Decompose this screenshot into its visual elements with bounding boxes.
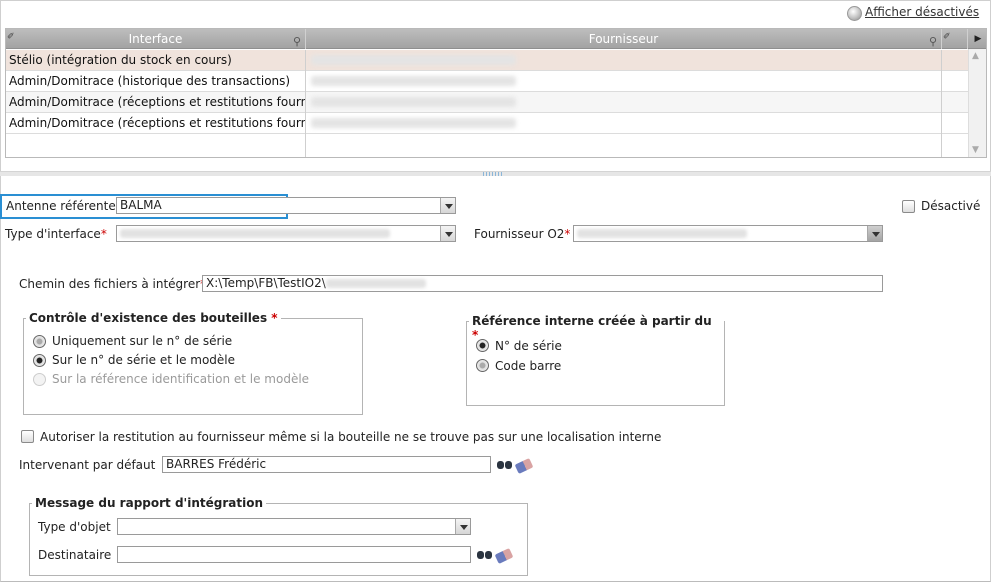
chevron-down-icon[interactable] — [440, 226, 455, 241]
intervenant-value: BARRES Frédéric — [166, 457, 267, 471]
radio-reference-codebarre[interactable] — [476, 359, 489, 372]
radio-controle-serie-modele[interactable] — [33, 354, 46, 367]
binoculars-icon[interactable] — [497, 458, 513, 470]
redacted-text — [311, 97, 516, 107]
chevron-down-icon[interactable] — [455, 519, 470, 534]
binoculars-icon[interactable] — [477, 548, 493, 560]
table-cell — [306, 134, 942, 157]
column-header-fournisseur[interactable]: Fournisseur ⚲ — [306, 29, 942, 49]
splitter-grip[interactable] — [483, 172, 503, 176]
radio-label: Sur le n° de série et le modèle — [52, 353, 236, 367]
column-header-label: Fournisseur — [588, 32, 659, 46]
chevron-down-icon[interactable] — [867, 226, 882, 241]
radio-reference-serie[interactable] — [476, 339, 489, 352]
radio-label: N° de série — [495, 339, 562, 353]
scroll-right-icon[interactable]: ▶ — [968, 29, 986, 49]
table-cell — [6, 134, 306, 157]
scroll-up-icon[interactable]: ▲ — [972, 51, 979, 61]
radio-controle-reference[interactable] — [33, 373, 46, 386]
reference-legend: Référence interne créée à partir du * — [469, 314, 724, 342]
controle-legend: Contrôle d'existence des bouteilles * — [26, 311, 281, 325]
destinataire-label: Destinataire — [38, 548, 112, 562]
vertical-scrollbar[interactable]: ▲ ▼ — [968, 49, 986, 157]
pin-icon: ✐ — [943, 32, 951, 42]
redacted-text — [120, 229, 390, 238]
antenne-label: Antenne référente — [6, 199, 116, 213]
table-cell — [306, 92, 942, 113]
redacted-text — [577, 229, 747, 238]
table-cell: Admin/Domitrace (historique des transact… — [6, 71, 306, 92]
desactive-checkbox[interactable] — [902, 200, 915, 213]
type-objet-label: Type d'objet — [38, 520, 111, 534]
reference-fieldset: Référence interne créée à partir du * N°… — [466, 314, 725, 406]
column-header-interface[interactable]: ✐ Interface ⚲ — [6, 29, 306, 49]
radio-label: Code barre — [495, 359, 562, 373]
fournisseur-label: Fournisseur O2* — [474, 227, 571, 241]
chemin-value: X:\Temp\FB\TestIO2\ — [206, 276, 326, 290]
autoriser-checkbox[interactable] — [21, 430, 34, 443]
grid-header: ✐ Interface ⚲ Fournisseur ⚲ ✐ ▶ — [6, 29, 986, 49]
intervenant-input[interactable]: BARRES Frédéric — [162, 456, 491, 473]
toggle-icon[interactable] — [847, 6, 862, 21]
table-cell: Admin/Domitrace (réceptions et restituti… — [6, 92, 306, 113]
search-icon[interactable]: ⚲ — [293, 32, 301, 52]
table-row[interactable]: Admin/Domitrace (réceptions et restituti… — [6, 92, 968, 113]
table-cell: Stélio (intégration du stock en cours) — [6, 50, 306, 71]
autoriser-label: Autoriser la restitution au fournisseur … — [40, 430, 662, 444]
radio-controle-serie[interactable] — [33, 335, 46, 348]
message-fieldset: Message du rapport d'intégration — [29, 496, 528, 576]
type-interface-select[interactable] — [116, 225, 456, 242]
search-icon[interactable]: ⚲ — [929, 32, 937, 52]
message-legend: Message du rapport d'intégration — [32, 496, 266, 510]
type-objet-select[interactable] — [117, 518, 471, 535]
table-row[interactable]: Admin/Domitrace (réceptions et restituti… — [6, 113, 968, 134]
column-header-label: Interface — [128, 32, 183, 46]
column-header-extra: ✐ — [942, 29, 968, 49]
table-row[interactable]: Stélio (intégration du stock en cours) — [6, 50, 968, 71]
pin-icon: ✐ — [7, 32, 15, 42]
radio-label: Uniquement sur le n° de série — [52, 334, 233, 348]
antenne-select[interactable]: BALMA — [116, 197, 456, 214]
table-row-empty — [6, 134, 968, 157]
desactive-label: Désactivé — [921, 199, 981, 213]
table-cell — [306, 50, 942, 71]
chemin-input[interactable]: X:\Temp\FB\TestIO2\ — [202, 275, 883, 292]
table-row[interactable]: Admin/Domitrace (historique des transact… — [6, 71, 968, 92]
redacted-text — [311, 118, 516, 128]
show-disabled-link[interactable]: Afficher désactivés — [865, 5, 979, 19]
type-interface-label: Type d'interface* — [5, 227, 107, 241]
redacted-text — [311, 76, 516, 86]
chemin-label: Chemin des fichiers à intégrer* — [19, 277, 206, 291]
redacted-text — [311, 55, 516, 65]
antenne-value: BALMA — [120, 198, 162, 212]
redacted-text — [325, 279, 426, 288]
scroll-down-icon[interactable]: ▼ — [972, 145, 979, 155]
radio-label: Sur la référence identification et le mo… — [52, 372, 310, 386]
splitter[interactable] — [0, 171, 991, 176]
chevron-down-icon[interactable] — [440, 198, 455, 213]
table-cell: Admin/Domitrace (réceptions et restituti… — [6, 113, 306, 134]
intervenant-label: Intervenant par défaut — [19, 458, 156, 472]
interface-grid: ✐ Interface ⚲ Fournisseur ⚲ ✐ ▶ Stélio (… — [5, 28, 987, 158]
table-cell — [306, 113, 942, 134]
destinataire-input[interactable] — [117, 546, 471, 563]
controle-fieldset: Contrôle d'existence des bouteilles * Un… — [23, 311, 363, 415]
table-cell — [306, 71, 942, 92]
fournisseur-select[interactable] — [573, 225, 883, 242]
